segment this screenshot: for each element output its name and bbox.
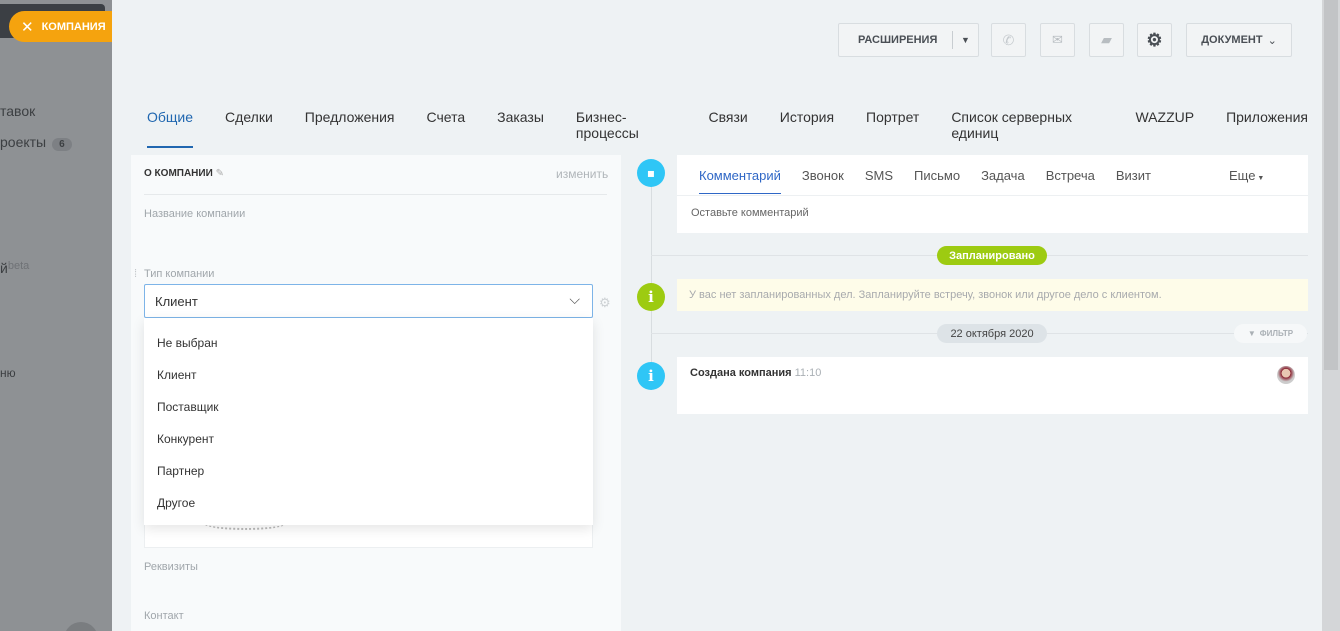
tab-apps[interactable]: Приложения [1226,109,1308,148]
sidebar-round-button[interactable] [64,622,98,631]
sidebar-item[interactable]: ню [0,366,16,380]
event-header: Создана компания 11:10 [690,367,821,379]
timeline-event: Создана компания 11:10 [677,357,1308,414]
entity-tabs: Общие Сделки Предложения Счета Заказы Би… [147,109,1340,148]
gear-icon: ⚙ [1146,29,1163,50]
divider [677,195,1308,196]
option-competitor[interactable]: Конкурент [157,432,214,446]
tab-quotes[interactable]: Предложения [305,109,395,148]
phone-icon: ✆ [1002,31,1015,48]
option-client[interactable]: Клиент [157,368,197,382]
tab-server-units[interactable]: Список серверных единиц [951,109,1103,148]
tab-call[interactable]: Звонок [802,168,844,194]
document-button[interactable]: ДОКУМЕНТ ⌄ [1186,23,1292,57]
sidebar-item-label: роекты [0,134,47,150]
pencil-icon[interactable]: ✎ [216,168,224,179]
caret-down-icon: ▼ [1255,175,1265,182]
drag-handle-icon[interactable]: ⁞ [134,268,137,280]
company-tag-label: КОМПАНИЯ [41,20,106,33]
option-other[interactable]: Другое [157,496,195,510]
tab-comment[interactable]: Комментарий [699,168,781,194]
sidebar-overlay: тавок роекты 6 йbeta ню [0,0,112,631]
comment-input[interactable]: Оставьте комментарий [691,207,809,219]
projects-badge: 6 [52,138,72,151]
chat-icon: ▰ [1101,32,1112,47]
tab-general[interactable]: Общие [147,109,194,148]
company-type-label: Тип компании [144,268,215,280]
close-company-slider-button[interactable]: ✕ КОМПАНИЯ [9,11,112,42]
filter-button[interactable]: ▼ ФИЛЬТР [1234,324,1307,343]
document-label: ДОКУМЕНТ [1201,34,1263,46]
tab-meeting[interactable]: Встреча [1046,168,1095,194]
event-title: Создана компания [690,367,792,379]
about-title-text: О КОМПАНИИ [144,168,213,179]
info-icon: i [637,283,665,311]
chevron-down-icon: ⌵ [569,291,580,307]
envelope-icon: ✉ [1052,32,1063,47]
company-name-label: Название компании [144,208,246,220]
extensions-label: РАСШИРЕНИЯ [858,34,938,46]
no-plans-notice: У вас нет запланированных дел. Запланиру… [677,279,1308,311]
edit-link[interactable]: изменить [556,167,608,181]
sidebar-item[interactable]: тавок [0,103,35,119]
tab-portrait[interactable]: Портрет [866,109,919,148]
tab-links[interactable]: Связи [709,109,748,148]
sidebar-item[interactable]: йbeta [0,260,29,276]
call-button[interactable]: ✆ [991,23,1026,57]
planned-badge: Запланировано [937,246,1047,265]
chat-button[interactable]: ▰ [1089,23,1124,57]
tab-orders[interactable]: Заказы [497,109,544,148]
comment-icon: ▪ [637,159,665,187]
company-type-dropdown: Не выбран Клиент Поставщик Конкурент Пар… [144,318,593,525]
contact-label: Контакт [144,610,184,622]
scrollbar[interactable] [1322,0,1340,631]
sidebar-item-label: й [0,260,8,276]
filter-label: ФИЛЬТР [1259,329,1294,338]
timeline-line [651,170,652,390]
avatar[interactable] [1277,366,1295,384]
tab-invoices[interactable]: Счета [427,109,466,148]
extensions-button[interactable]: РАСШИРЕНИЯ ▼ [838,23,979,57]
more-tabs-dropdown[interactable]: Еще ▼ [1229,168,1264,183]
activity-editor: Комментарий Звонок SMS Письмо Задача Вст… [677,155,1308,233]
tab-wazzup[interactable]: WAZZUP [1135,109,1194,148]
tab-history[interactable]: История [780,109,834,148]
info-icon: i [637,362,665,390]
tab-deals[interactable]: Сделки [225,109,273,148]
option-not-selected[interactable]: Не выбран [157,336,218,350]
tab-visit[interactable]: Визит [1116,168,1151,194]
settings-button[interactable]: ⚙ [1137,23,1172,57]
scrollbar-thumb[interactable] [1324,0,1338,370]
company-type-select[interactable]: Клиент ⌵ [144,284,593,318]
requisites-label: Реквизиты [144,561,198,573]
select-value: Клиент [155,294,198,309]
sidebar-item-projects[interactable]: роекты 6 [0,134,72,151]
beta-label: beta [7,260,30,272]
option-supplier[interactable]: Поставщик [157,400,219,414]
tab-business-processes[interactable]: Бизнес-процессы [576,109,677,148]
more-label: Еще [1229,168,1256,183]
gear-icon[interactable]: ⚙ [599,295,611,311]
event-time: 11:10 [794,367,822,379]
option-partner[interactable]: Партнер [157,464,204,478]
about-title: О КОМПАНИИ ✎ [144,168,224,179]
date-badge: 22 октября 2020 [937,324,1047,343]
tab-sms[interactable]: SMS [865,168,893,194]
chevron-down-icon: ⌄ [1267,34,1277,47]
tab-email[interactable]: Письмо [914,168,960,194]
filter-icon: ▼ [1247,329,1256,338]
divider [144,194,607,195]
tab-task[interactable]: Задача [981,168,1025,194]
divider [952,31,953,49]
caret-down-icon[interactable]: ▼ [961,35,970,45]
email-button[interactable]: ✉ [1040,23,1075,57]
close-icon: ✕ [21,18,34,36]
